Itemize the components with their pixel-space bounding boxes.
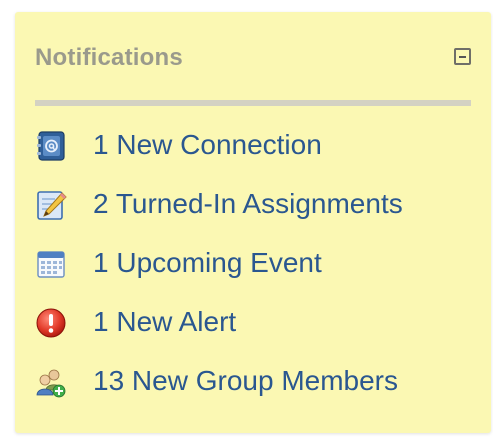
alert-icon[interactable]: [35, 307, 67, 339]
notification-link-group-members[interactable]: 13 New Group Members: [93, 364, 398, 398]
list-item: 1 New Connection: [35, 128, 481, 187]
pencil-document-icon[interactable]: [35, 189, 67, 221]
list-item: 13 New Group Members: [35, 364, 481, 423]
notification-link-connection[interactable]: 1 New Connection: [93, 128, 322, 162]
list-item: 2 Turned-In Assignments: [35, 187, 481, 246]
notification-link-alert[interactable]: 1 New Alert: [93, 305, 236, 339]
list-item: 1 New Alert: [35, 305, 481, 364]
notification-link-assignments[interactable]: 2 Turned-In Assignments: [93, 187, 403, 221]
collapse-minus-icon: [459, 55, 466, 58]
notifications-panel: Notifications 1 New Connection 2 Turned-…: [15, 12, 491, 433]
address-book-icon[interactable]: [35, 130, 67, 162]
notification-link-event[interactable]: 1 Upcoming Event: [93, 246, 322, 280]
add-group-icon[interactable]: [35, 366, 67, 398]
collapse-button[interactable]: [454, 48, 471, 65]
panel-header: Notifications: [35, 44, 471, 76]
panel-title: Notifications: [35, 44, 183, 71]
calendar-icon[interactable]: [35, 248, 67, 280]
header-divider: [35, 100, 471, 106]
notification-list: 1 New Connection 2 Turned-In Assignments: [35, 128, 481, 423]
list-item: 1 Upcoming Event: [35, 246, 481, 305]
